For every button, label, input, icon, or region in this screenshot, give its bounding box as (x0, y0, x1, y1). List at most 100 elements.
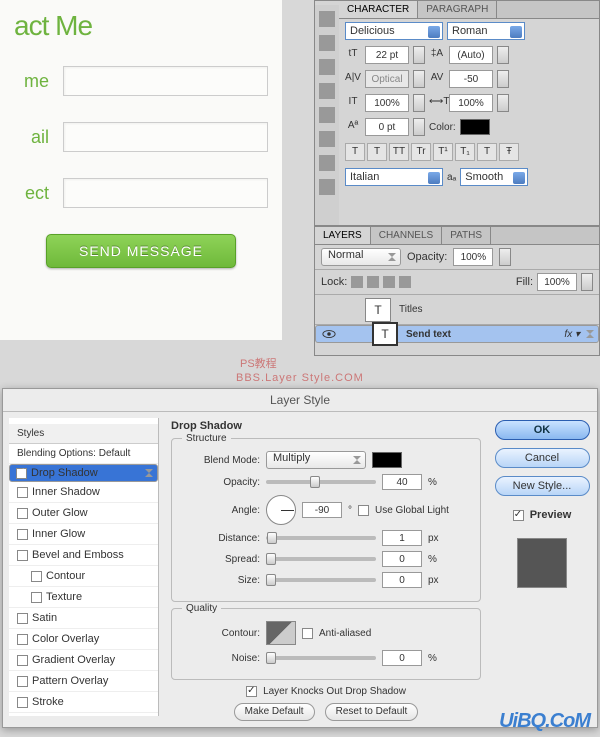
spinner[interactable] (497, 94, 509, 112)
cancel-button[interactable]: Cancel (495, 448, 590, 468)
checkbox-icon[interactable] (17, 697, 28, 708)
tool-icon[interactable] (319, 35, 335, 51)
spinner[interactable] (499, 248, 511, 266)
hscale-input[interactable] (449, 94, 493, 112)
spread-input[interactable] (382, 551, 422, 567)
tool-icon[interactable] (319, 179, 335, 195)
blend-mode-dropdown[interactable]: Normal (321, 248, 401, 266)
tool-icon[interactable] (319, 107, 335, 123)
strikethrough-button[interactable]: Ŧ (499, 143, 519, 161)
effect-inner-glow[interactable]: Inner Glow (9, 524, 158, 545)
font-style-dropdown[interactable]: Roman (447, 22, 525, 40)
panel-toggle-icon[interactable] (319, 11, 335, 27)
knockout-checkbox[interactable] (246, 686, 257, 697)
shadow-color-swatch[interactable] (372, 452, 402, 468)
text-color-swatch[interactable] (460, 119, 490, 135)
email-input[interactable] (63, 122, 268, 152)
faux-italic-button[interactable]: T (367, 143, 387, 161)
checkbox-icon[interactable] (17, 508, 28, 519)
send-message-button[interactable]: SEND MESSAGE (46, 234, 236, 268)
lock-position-icon[interactable] (383, 276, 395, 288)
antialias-dropdown[interactable]: Smooth (460, 168, 528, 186)
language-dropdown[interactable]: Italian (345, 168, 443, 186)
checkbox-icon[interactable] (17, 487, 28, 498)
effect-inner-shadow[interactable]: Inner Shadow (9, 482, 158, 503)
lock-transparent-icon[interactable] (351, 276, 363, 288)
noise-slider[interactable] (266, 656, 376, 660)
effect-drop-shadow[interactable]: Drop Shadow (9, 464, 158, 482)
angle-dial[interactable] (266, 495, 296, 525)
baseline-input[interactable] (365, 118, 409, 136)
checkbox-icon[interactable] (17, 613, 28, 624)
antialiased-checkbox[interactable] (302, 628, 313, 639)
tab-layers[interactable]: LAYERS (315, 227, 371, 244)
checkbox-icon[interactable] (17, 634, 28, 645)
spinner[interactable] (497, 70, 509, 88)
font-size-input[interactable] (365, 46, 409, 64)
effect-color-overlay[interactable]: Color Overlay (9, 629, 158, 650)
underline-button[interactable]: T (477, 143, 497, 161)
subject-input[interactable] (63, 178, 268, 208)
checkbox-icon[interactable] (17, 529, 28, 540)
tab-paragraph[interactable]: PARAGRAPH (418, 1, 497, 18)
effect-bevel-emboss[interactable]: Bevel and Emboss (9, 545, 158, 566)
opacity-input[interactable] (382, 474, 422, 490)
size-input[interactable] (382, 572, 422, 588)
tool-icon[interactable] (319, 59, 335, 75)
styles-header[interactable]: Styles (9, 424, 158, 444)
kerning-input[interactable] (365, 70, 409, 88)
checkbox-icon[interactable] (17, 550, 28, 561)
blending-options-item[interactable]: Blending Options: Default (9, 444, 158, 464)
layer-fill-input[interactable] (537, 273, 577, 291)
contour-swatch[interactable] (266, 621, 296, 645)
spinner[interactable] (413, 70, 425, 88)
effect-pattern-overlay[interactable]: Pattern Overlay (9, 671, 158, 692)
spinner[interactable] (581, 273, 593, 291)
ok-button[interactable]: OK (495, 420, 590, 440)
spread-slider[interactable] (266, 557, 376, 561)
superscript-button[interactable]: T¹ (433, 143, 453, 161)
tool-icon[interactable] (319, 83, 335, 99)
preview-checkbox[interactable] (513, 510, 524, 521)
visibility-icon[interactable] (322, 327, 336, 341)
checkbox-icon[interactable] (17, 655, 28, 666)
subscript-button[interactable]: T₁ (455, 143, 475, 161)
fx-badge[interactable]: fx ▾ (564, 329, 580, 340)
angle-input[interactable] (302, 502, 342, 518)
global-light-checkbox[interactable] (358, 505, 369, 516)
lock-pixels-icon[interactable] (367, 276, 379, 288)
effect-gradient-overlay[interactable]: Gradient Overlay (9, 650, 158, 671)
tab-paths[interactable]: PATHS (442, 227, 491, 244)
checkbox-icon[interactable] (17, 676, 28, 687)
lock-all-icon[interactable] (399, 276, 411, 288)
noise-input[interactable] (382, 650, 422, 666)
opacity-slider[interactable] (266, 480, 376, 484)
spinner[interactable] (413, 94, 425, 112)
effect-contour[interactable]: Contour (9, 566, 158, 587)
spinner[interactable] (497, 46, 509, 64)
checkbox-icon[interactable] (31, 592, 42, 603)
shadow-blend-mode-dropdown[interactable]: Multiply (266, 451, 366, 469)
reset-default-button[interactable]: Reset to Default (325, 703, 419, 721)
tab-channels[interactable]: CHANNELS (371, 227, 442, 244)
effect-satin[interactable]: Satin (9, 608, 158, 629)
spinner[interactable] (413, 46, 425, 64)
effect-outer-glow[interactable]: Outer Glow (9, 503, 158, 524)
smallcaps-button[interactable]: Tr (411, 143, 431, 161)
size-slider[interactable] (266, 578, 376, 582)
tracking-input[interactable] (449, 70, 493, 88)
checkbox-icon[interactable] (16, 468, 27, 479)
tool-icon[interactable] (319, 155, 335, 171)
tool-icon[interactable] (319, 131, 335, 147)
allcaps-button[interactable]: TT (389, 143, 409, 161)
faux-bold-button[interactable]: T (345, 143, 365, 161)
effect-stroke[interactable]: Stroke (9, 692, 158, 713)
vscale-input[interactable] (365, 94, 409, 112)
layer-opacity-input[interactable] (453, 248, 493, 266)
spinner[interactable] (413, 118, 425, 136)
tab-character[interactable]: CHARACTER (339, 1, 418, 18)
layer-row[interactable]: T Send text fx ▾ (315, 325, 599, 343)
new-style-button[interactable]: New Style... (495, 476, 590, 496)
layer-row[interactable]: T Titles (315, 295, 599, 325)
make-default-button[interactable]: Make Default (234, 703, 315, 721)
